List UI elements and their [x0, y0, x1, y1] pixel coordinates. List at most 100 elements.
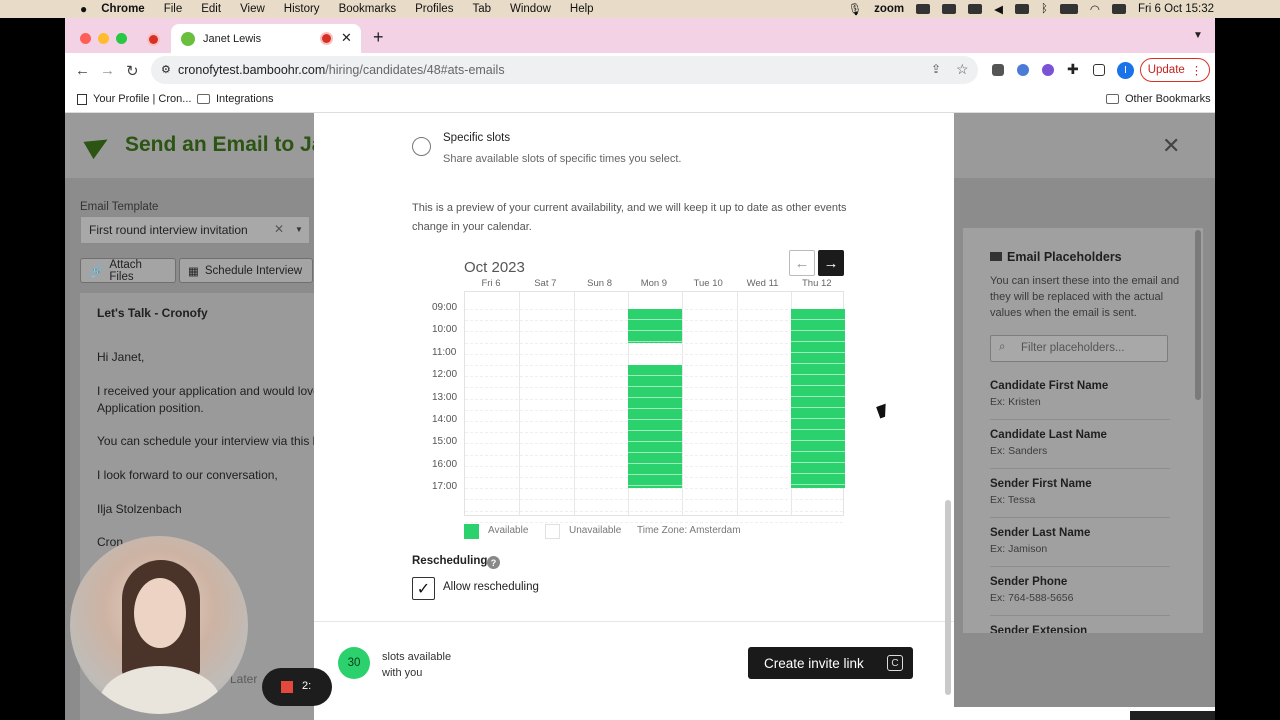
availability-preview-text: This is a preview of your current availa… — [412, 202, 847, 233]
bookmark-other[interactable]: Other Bookmarks — [1106, 93, 1211, 105]
stop-recording-icon[interactable] — [281, 681, 293, 693]
folder-icon — [1106, 94, 1119, 104]
bookmark-integrations[interactable]: Integrations — [197, 93, 273, 105]
webcam-person-face — [134, 578, 186, 648]
bookmark-star-icon[interactable]: ☆ — [956, 61, 969, 78]
back-icon[interactable]: ← — [75, 62, 90, 79]
close-icon[interactable]: ✕ — [1162, 133, 1180, 159]
bookmark-label: Integrations — [216, 93, 274, 105]
menu-file[interactable]: File — [164, 3, 183, 15]
calendar-next-icon[interactable]: → — [818, 250, 844, 276]
menu-tab[interactable]: Tab — [472, 3, 491, 15]
clear-icon[interactable]: ✕ — [274, 222, 284, 236]
menu-app-name[interactable]: Chrome — [101, 3, 144, 15]
schedule-interview-button[interactable]: ▦ Schedule Interview — [179, 258, 313, 283]
placeholder-item[interactable]: Sender Phone Ex: 764-588-5656 — [990, 567, 1170, 616]
calendar-column-divider — [519, 292, 521, 515]
placeholder-item[interactable]: Sender Last Name Ex: Jamison — [990, 518, 1170, 567]
menu-profiles[interactable]: Profiles — [415, 3, 453, 15]
specific-slots-radio[interactable] — [412, 137, 431, 156]
extensions-puzzle-icon[interactable]: ✚ — [1067, 61, 1079, 78]
allow-rescheduling-label: Allow rescheduling — [443, 581, 539, 593]
menu-history[interactable]: History — [284, 3, 320, 15]
minimize-window-button[interactable] — [98, 33, 109, 44]
extension-icon[interactable] — [1042, 64, 1054, 76]
placeholder-search-input[interactable]: ⌕ Filter placeholders... — [990, 335, 1168, 362]
template-select[interactable]: First round interview invitation ✕ ▼ — [80, 216, 310, 244]
profile-avatar[interactable]: I — [1117, 62, 1134, 79]
placeholder-item[interactable]: Sender First Name Ex: Tessa — [990, 469, 1170, 518]
volume-icon[interactable]: ◀ — [994, 2, 1003, 16]
app-tray-icon[interactable] — [1014, 4, 1029, 14]
menu-help[interactable]: Help — [570, 3, 594, 15]
later-button-fragment[interactable]: Later — [230, 672, 257, 686]
new-tab-icon[interactable]: + — [373, 27, 384, 48]
battery-icon[interactable] — [1059, 4, 1078, 14]
forward-icon[interactable]: → — [100, 62, 115, 79]
calendar-row-line — [465, 510, 843, 512]
update-label: Update — [1147, 64, 1185, 76]
site-info-icon[interactable]: ⚙ — [161, 63, 171, 76]
close-window-button[interactable] — [80, 33, 91, 44]
calendar-time-label: 14:00 — [432, 414, 458, 425]
slots-available-text: slots available with you — [382, 651, 452, 679]
allow-rescheduling-checkbox[interactable]: ✓ — [412, 577, 435, 600]
calendar-column-divider — [573, 292, 575, 515]
menu-clock[interactable]: Fri 6 Oct 15:32 — [1138, 3, 1214, 15]
cronofy-logo-icon: C — [887, 655, 903, 671]
calendar-prev-icon[interactable]: ← — [789, 250, 815, 276]
control-center-icon[interactable] — [1111, 4, 1126, 14]
bamboohr-favicon-icon — [181, 31, 195, 46]
bluetooth-icon[interactable]: ᛒ — [1041, 3, 1048, 15]
placeholder-item[interactable]: Candidate First Name Ex: Kristen — [990, 371, 1170, 420]
share-icon[interactable]: ⇪ — [931, 62, 941, 76]
email-greeting: Hi Janet, — [97, 350, 145, 364]
chevron-down-icon[interactable]: ▼ — [295, 225, 303, 234]
attach-files-label: Attach Files — [109, 258, 142, 283]
app-tray-icon[interactable] — [916, 4, 931, 14]
app-tray-icon[interactable] — [942, 4, 957, 14]
recording-control[interactable]: 2: — [262, 668, 332, 706]
tab-search-chevron-icon[interactable]: ▼ — [1193, 30, 1203, 41]
update-button[interactable]: Update ⋮ — [1140, 58, 1210, 82]
placeholders-description: You can insert these into the email and … — [990, 275, 1180, 319]
menu-window[interactable]: Window — [510, 3, 551, 15]
tab-janet-lewis[interactable]: Janet Lewis ✕ — [171, 24, 361, 53]
calendar-row-line — [465, 499, 843, 501]
bookmark-your-profile[interactable]: Your Profile | Cron... — [77, 93, 191, 105]
app-tray-icon[interactable] — [968, 4, 983, 14]
menu-bookmarks[interactable]: Bookmarks — [339, 3, 397, 15]
tab-close-icon[interactable]: ✕ — [341, 30, 352, 46]
calendar-column-divider — [682, 292, 684, 515]
apple-icon[interactable]: ● — [80, 2, 87, 16]
placeholder-item[interactable]: Candidate Last Name Ex: Sanders — [990, 420, 1170, 469]
placeholders-scrollbar[interactable] — [1195, 230, 1201, 400]
help-icon[interactable]: ? — [487, 556, 500, 569]
reload-icon[interactable]: ↻ — [126, 62, 139, 80]
modal-scrollbar[interactable] — [945, 500, 951, 695]
placeholder-example: Ex: Kristen — [990, 396, 1041, 408]
microphone-icon[interactable]: 🎙 — [847, 2, 862, 16]
placeholder-name: Candidate First Name — [990, 380, 1109, 392]
attach-files-button[interactable]: 🔗 Attach Files — [80, 258, 176, 283]
side-panel-icon[interactable] — [1093, 64, 1105, 76]
cronofy-extension-icon[interactable] — [992, 64, 1004, 76]
placeholder-name: Sender Last Name — [990, 527, 1091, 539]
placeholder-item[interactable]: Sender Extension — [990, 616, 1170, 633]
zoom-status[interactable]: zoom — [874, 3, 904, 15]
wifi-icon[interactable]: ◠ — [1090, 2, 1100, 16]
calendar-time-label: 12:00 — [432, 369, 458, 381]
extension-icon[interactable] — [1017, 64, 1029, 76]
menu-edit[interactable]: Edit — [201, 3, 221, 15]
address-bar[interactable]: ⚙ cronofytest.bamboohr.com/hiring/candid… — [151, 56, 978, 84]
available-slot-block[interactable] — [627, 365, 683, 489]
cronofy-favicon-icon — [77, 93, 87, 105]
available-slot-block[interactable] — [790, 309, 846, 489]
webcam-person-body — [100, 666, 220, 714]
recording-time: 2: — [302, 680, 312, 692]
menu-view[interactable]: View — [240, 3, 265, 15]
available-slot-block[interactable] — [627, 309, 683, 343]
maximize-window-button[interactable] — [116, 33, 127, 44]
create-invite-link-button[interactable]: Create invite link C — [748, 647, 913, 679]
folder-icon — [197, 94, 210, 104]
